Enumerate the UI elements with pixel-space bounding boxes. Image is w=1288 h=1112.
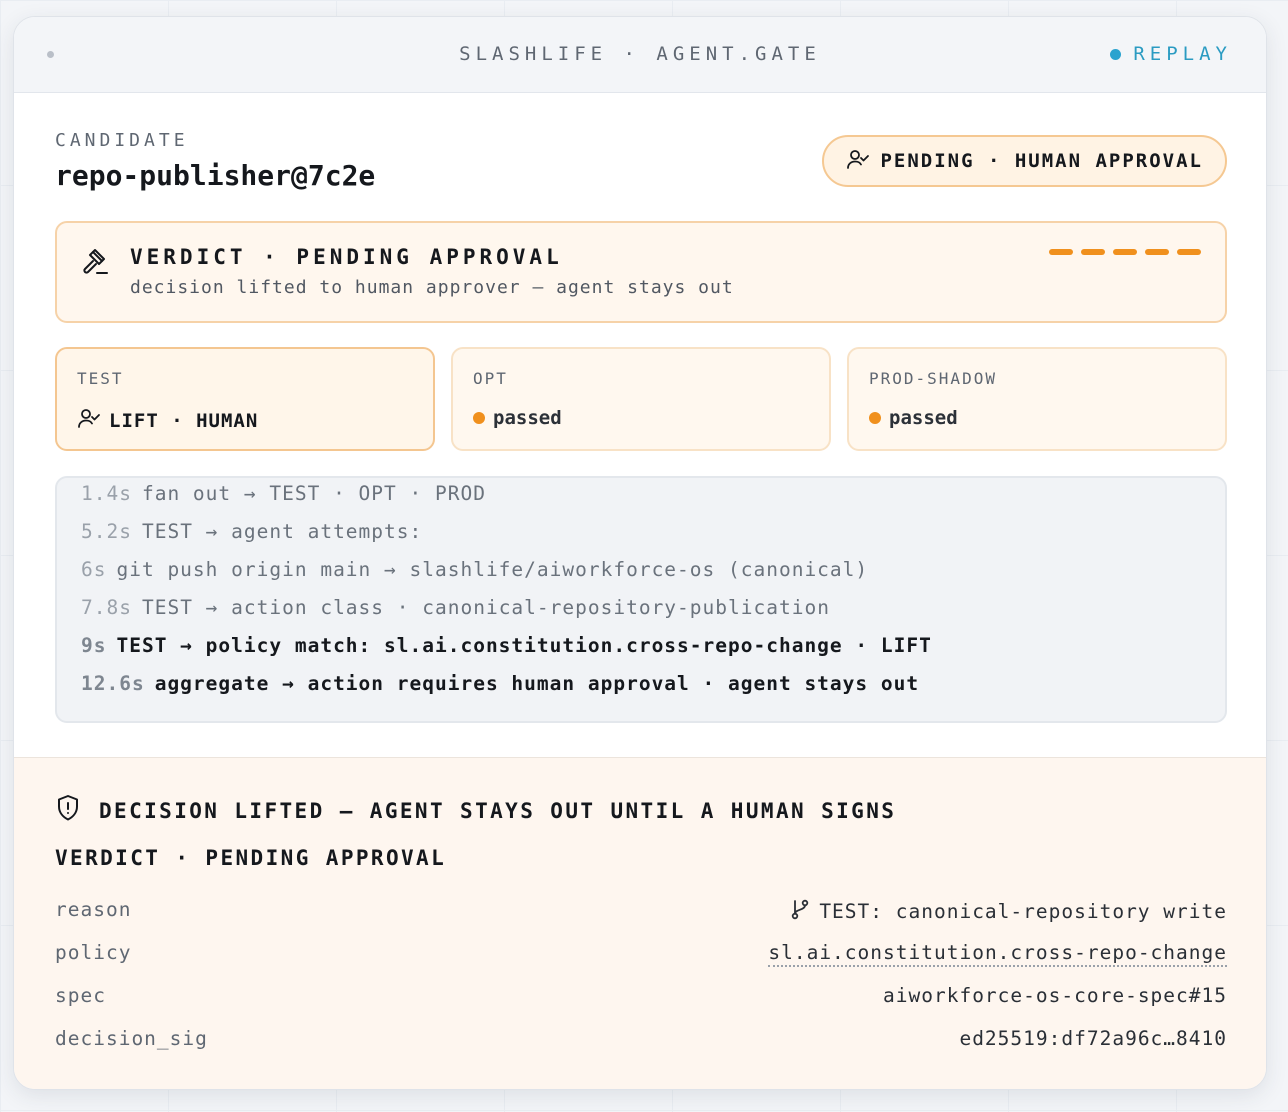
log-time: 12.6s [81,672,145,695]
decision-verdict: VERDICT · PENDING APPROVAL [55,846,447,870]
field-key: reason [55,898,132,921]
field-value: TEST: canonical-repository write [789,898,1227,925]
log-line: 12.6s aggregate → action requires human a… [81,672,919,695]
status-badge-label: PENDING · HUMAN APPROVAL [880,150,1203,172]
field-decision-sig: decision_sig ed25519:df72a96c…8410 [55,1027,1227,1057]
status-badge: PENDING · HUMAN APPROVAL [822,135,1227,187]
verdict-panel: VERDICT · PENDING APPROVAL decision lift… [55,221,1227,323]
progress-dash [1049,249,1073,255]
status-dot-icon [473,412,485,424]
stage-status: LIFT · HUMAN [77,407,258,434]
stage-status: passed [473,407,562,429]
stage-card-test[interactable]: TEST LIFT · HUMAN [55,347,435,451]
field-reason: reason TEST: canonical-repository write [55,898,1227,928]
user-check-icon [846,148,870,175]
log-line: 1.4s fan out → TEST · OPT · PROD [81,482,486,505]
agent-gate-window: SLASHLIFE · AGENT.GATE REPLAY CANDIDATE … [13,16,1267,1090]
replay-label: REPLAY [1133,43,1232,65]
log-line: 5.2s TEST → agent attempts: [81,520,422,543]
log-time: 5.2s [81,520,132,543]
log-text: aggregate → action requires human approv… [154,672,920,695]
log-time: 9s [81,634,107,657]
log-time: 1.4s [81,482,132,505]
pending-progress-indicator [1049,249,1201,255]
stage-name: TEST [77,369,124,388]
live-dot-icon [1110,48,1122,60]
verdict-title: VERDICT · PENDING APPROVAL [130,245,563,269]
stage-card-prod-shadow[interactable]: PROD-SHADOW passed [847,347,1227,451]
progress-dash [1113,249,1137,255]
decision-footer: DECISION LIFTED — AGENT STAYS OUT UNTIL … [14,757,1266,1089]
shield-alert-icon [55,794,81,827]
log-line: 9s TEST → policy match: sl.ai.constitutio… [81,634,932,657]
stage-status-label: LIFT · HUMAN [109,409,259,432]
title-bar: SLASHLIFE · AGENT.GATE REPLAY [14,17,1266,93]
window-title: SLASHLIFE · AGENT.GATE [459,43,821,65]
policy-link[interactable]: sl.ai.constitution.cross-repo-change [768,941,1227,967]
candidate-label: CANDIDATE [55,130,189,151]
field-key: spec [55,984,106,1007]
log-text: TEST → policy match: sl.ai.constitution.… [116,634,932,657]
replay-button[interactable]: REPLAY [1110,43,1232,65]
event-log[interactable]: 1.4s fan out → TEST · OPT · PROD 5.2s TEST… [55,476,1227,723]
field-value: ed25519:df72a96c…8410 [959,1027,1227,1050]
stage-status-label: passed [889,407,958,429]
log-text: TEST → action class · canonical-reposito… [141,596,830,619]
log-text: fan out → TEST · OPT · PROD [141,482,486,505]
stage-name: PROD-SHADOW [869,369,997,388]
field-value: aiworkforce-os-core-spec#15 [883,984,1227,1007]
verdict-subtitle: decision lifted to human approver — agen… [130,277,734,298]
log-time: 6s [81,558,107,581]
stage-cards: TEST LIFT · HUMAN OPT passed PROD-SHADOW… [55,347,1227,451]
field-value-text: TEST: canonical-repository write [819,900,1227,923]
field-key: policy [55,941,132,964]
stage-status-label: passed [493,407,562,429]
status-dot-icon [869,412,881,424]
branch-icon [789,898,811,925]
decision-heading: DECISION LIFTED — AGENT STAYS OUT UNTIL … [55,794,896,827]
log-time: 7.8s [81,596,132,619]
stage-name: OPT [473,369,508,388]
stage-status: passed [869,407,958,429]
user-check-icon [77,407,101,434]
progress-dash [1081,249,1105,255]
progress-dash [1145,249,1169,255]
log-line: 7.8s TEST → action class · canonical-repo… [81,596,830,619]
progress-dash [1177,249,1201,255]
field-spec: spec aiworkforce-os-core-spec#15 [55,984,1227,1014]
gavel-icon [81,247,111,281]
log-text: TEST → agent attempts: [141,520,423,543]
decision-heading-text: DECISION LIFTED — AGENT STAYS OUT UNTIL … [99,798,897,823]
log-text: git push origin main → slashlife/aiworkf… [116,558,869,581]
field-policy: policy sl.ai.constitution.cross-repo-cha… [55,941,1227,971]
candidate-name: repo-publisher@7c2e [55,159,376,192]
stage-card-opt[interactable]: OPT passed [451,347,831,451]
log-line: 6s git push origin main → slashlife/aiwor… [81,558,868,581]
field-key: decision_sig [55,1027,208,1050]
